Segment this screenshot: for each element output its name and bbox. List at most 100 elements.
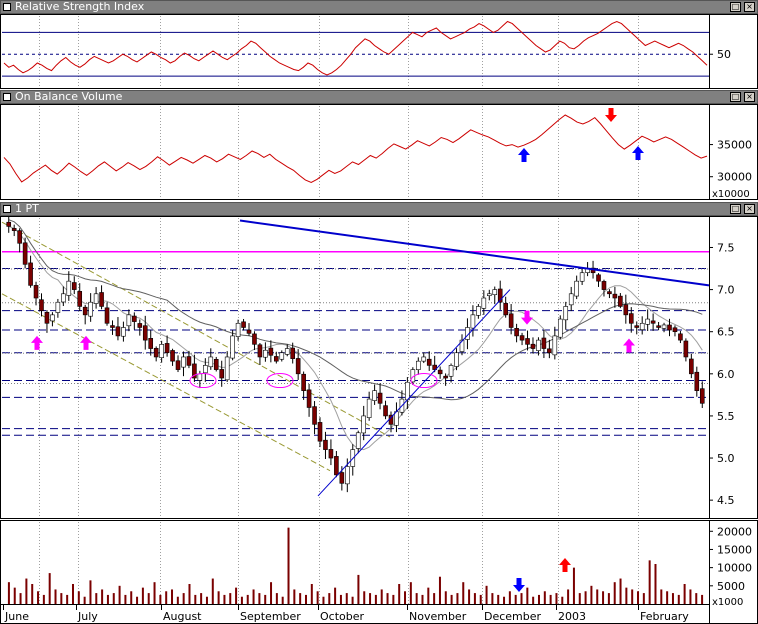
obv-title: On Balance Volume (15, 90, 123, 103)
candle (312, 406, 317, 425)
volume-bar (42, 594, 45, 604)
volume-bar (619, 578, 622, 604)
price-titlebar[interactable]: 1 PT □ × (0, 202, 758, 216)
candle (650, 320, 656, 324)
price-tick-label: 6.5 (717, 326, 735, 339)
candle (323, 439, 328, 450)
volume-bar (112, 593, 115, 604)
volume-bar (415, 593, 418, 604)
close-button[interactable]: × (744, 2, 755, 12)
volume-bar (54, 589, 57, 604)
price-tick-label: 7.5 (717, 241, 735, 254)
candle (93, 293, 99, 304)
volume-bar (642, 593, 645, 604)
pane-icon (3, 93, 11, 101)
volume-bar (421, 594, 424, 604)
volume-bar (392, 594, 395, 604)
volume-bar (176, 596, 179, 604)
volume-bar (543, 591, 546, 604)
volume-scale-label: x1000 (712, 597, 743, 608)
volume-bar (252, 589, 255, 604)
candle (110, 325, 115, 328)
volume-bar (380, 589, 383, 604)
volume-bar (316, 591, 319, 604)
volume-bar (409, 582, 412, 604)
restore-button[interactable]: □ (730, 204, 741, 214)
obv-chart: 35000 30000 x10000 (0, 104, 758, 200)
candle (454, 352, 459, 367)
volume-bar (130, 591, 133, 604)
volume-bar (205, 596, 208, 604)
volume-bar (229, 593, 232, 604)
rsi-titlebar[interactable]: Relative Strength Index □ × (0, 0, 758, 14)
close-button[interactable]: × (744, 204, 755, 214)
candle (579, 272, 585, 282)
price-tick-label: 6.0 (717, 368, 735, 381)
candle (252, 333, 257, 345)
volume-bar (637, 591, 640, 604)
candle (618, 295, 623, 307)
candle (33, 285, 39, 299)
candle (208, 356, 214, 368)
volume-bar (48, 573, 51, 604)
candle (295, 358, 301, 375)
price-tick-label: 4.5 (717, 494, 735, 507)
price-title: 1 PT (15, 202, 39, 215)
candle (645, 318, 650, 325)
volume-bar (258, 593, 261, 604)
candle (694, 371, 700, 391)
volume-bar (281, 596, 284, 604)
date-tick-label: September (240, 610, 301, 623)
volume-bar (136, 596, 139, 604)
candle (541, 337, 547, 349)
volume-bar (101, 589, 104, 604)
candle (306, 389, 312, 408)
volume-bar (561, 596, 564, 604)
candle (170, 350, 175, 362)
candle (274, 356, 279, 362)
volume-bar (188, 584, 191, 604)
volume-bar (596, 589, 599, 604)
candle (574, 280, 579, 297)
volume-bar (118, 585, 121, 604)
obv-scale-label: x10000 (712, 189, 750, 200)
candle (416, 360, 421, 370)
volume-bar (468, 589, 471, 604)
volume-bar (60, 593, 63, 604)
volume-bar (404, 591, 407, 604)
candle (601, 281, 607, 290)
rsi-tick-label: 50 (717, 48, 731, 61)
volume-bar (625, 587, 628, 604)
candle (246, 329, 252, 334)
volume-bar (159, 594, 162, 604)
price-chart: 7.5 7.0 6.5 6.0 5.5 5.0 4.5 (0, 216, 758, 519)
candle (486, 293, 492, 296)
volume-bar (369, 593, 372, 604)
candle (443, 375, 448, 379)
volume-bar (25, 578, 28, 604)
obv-titlebar[interactable]: On Balance Volume □ × (0, 90, 758, 104)
volume-bar (584, 591, 587, 604)
candle (607, 291, 612, 295)
pane-icon (3, 3, 11, 11)
restore-button[interactable]: □ (730, 2, 741, 12)
volume-bar (578, 593, 581, 604)
pane-frame (0, 216, 758, 519)
candle (164, 343, 170, 354)
candle (99, 292, 104, 307)
candle (661, 324, 667, 329)
volume-bar (433, 593, 436, 604)
volume-bar (427, 587, 430, 604)
candle (612, 293, 618, 299)
candle (268, 347, 274, 356)
candle (126, 314, 132, 327)
volume-bar (328, 593, 331, 604)
price-tick-label: 5.0 (717, 452, 735, 465)
volume-bar (89, 580, 92, 604)
volume-tick-label: 20000 (717, 525, 752, 538)
volume-bar (351, 596, 354, 604)
close-button[interactable]: × (744, 92, 755, 102)
restore-button[interactable]: □ (730, 92, 741, 102)
candle (699, 388, 705, 404)
volume-bar (19, 593, 22, 604)
